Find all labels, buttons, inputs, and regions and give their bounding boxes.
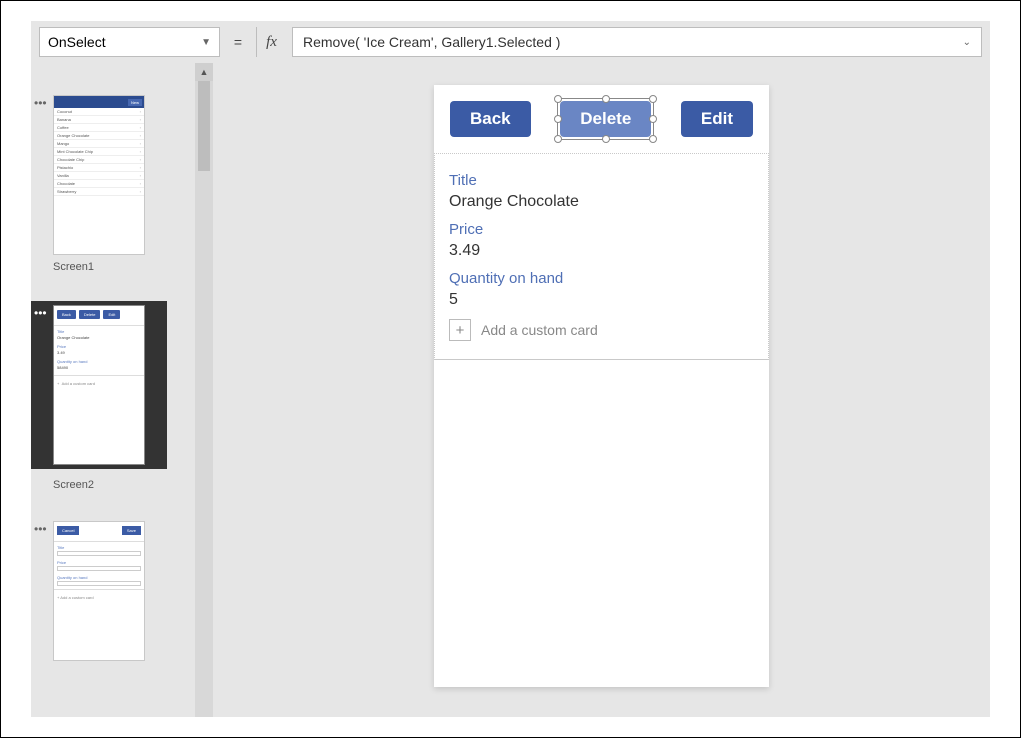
edit-button[interactable]: Edit bbox=[681, 101, 753, 137]
more-icon[interactable]: ••• bbox=[34, 307, 47, 319]
selection-outline bbox=[557, 98, 654, 140]
resize-handle[interactable] bbox=[602, 135, 610, 143]
scroll-thumb[interactable] bbox=[198, 81, 210, 171]
resize-handle[interactable] bbox=[649, 115, 657, 123]
field-qty-value: 5 bbox=[449, 291, 754, 309]
thumbnail-panel: ••• New Coconut› Banana› Coffee› Orange … bbox=[31, 63, 167, 717]
thumbnail-label: Screen2 bbox=[53, 479, 167, 491]
field-title-value: Orange Chocolate bbox=[449, 193, 754, 211]
thumbnail-label: Screen1 bbox=[53, 261, 167, 273]
thumbnail-screen2[interactable]: ••• Back Delete Edit Title Orange Chocol… bbox=[31, 301, 167, 469]
thumbnail-canvas: Cancel Save Title Price Quantity on hand… bbox=[53, 521, 145, 661]
scrollbar[interactable]: ▲ bbox=[195, 63, 213, 717]
button-bar: Back Delete Edit bbox=[434, 85, 769, 153]
chevron-down-icon[interactable]: ⌄ bbox=[963, 37, 971, 48]
thumbnail-canvas: Back Delete Edit Title Orange Chocolate … bbox=[53, 305, 145, 465]
thumbnail-screen3[interactable]: ••• Cancel Save Title Price Quantity on … bbox=[31, 521, 167, 661]
field-qty-label: Quantity on hand bbox=[449, 270, 754, 287]
back-button[interactable]: Back bbox=[450, 101, 531, 137]
resize-handle[interactable] bbox=[602, 95, 610, 103]
thumbnail-screen1[interactable]: ••• New Coconut› Banana› Coffee› Orange … bbox=[31, 95, 167, 273]
resize-handle[interactable] bbox=[649, 135, 657, 143]
property-select[interactable]: OnSelect ▼ bbox=[39, 27, 220, 57]
more-icon[interactable]: ••• bbox=[34, 97, 47, 109]
formula-text: Remove( 'Ice Cream', Gallery1.Selected ) bbox=[303, 34, 560, 50]
scroll-up-icon[interactable]: ▲ bbox=[195, 63, 213, 81]
new-button: New bbox=[128, 99, 142, 106]
resize-handle[interactable] bbox=[554, 115, 562, 123]
resize-handle[interactable] bbox=[554, 95, 562, 103]
resize-handle[interactable] bbox=[649, 95, 657, 103]
property-name: OnSelect bbox=[48, 34, 106, 50]
add-custom-card[interactable]: + Add a custom card bbox=[449, 319, 754, 341]
field-price-label: Price bbox=[449, 221, 754, 238]
formula-input[interactable]: Remove( 'Ice Cream', Gallery1.Selected )… bbox=[292, 27, 982, 57]
phone-preview: Back Delete Edit bbox=[434, 85, 769, 687]
add-card-label: Add a custom card bbox=[481, 322, 598, 338]
equals-icon: = bbox=[226, 27, 250, 57]
main-area: ••• New Coconut› Banana› Coffee› Orange … bbox=[31, 63, 990, 717]
canvas-area: Back Delete Edit bbox=[213, 63, 990, 717]
fx-icon[interactable]: fx bbox=[256, 27, 286, 57]
resize-handle[interactable] bbox=[554, 135, 562, 143]
plus-icon: + bbox=[449, 319, 471, 341]
delete-button[interactable]: Delete bbox=[560, 101, 651, 137]
more-icon[interactable]: ••• bbox=[34, 523, 47, 535]
formula-bar: OnSelect ▼ = fx Remove( 'Ice Cream', Gal… bbox=[31, 21, 990, 63]
chevron-down-icon: ▼ bbox=[201, 37, 211, 48]
display-form[interactable]: Title Orange Chocolate Price 3.49 Quanti… bbox=[434, 153, 769, 360]
thumbnail-canvas: New Coconut› Banana› Coffee› Orange Choc… bbox=[53, 95, 145, 255]
field-price-value: 3.49 bbox=[449, 242, 754, 260]
spacer bbox=[167, 63, 195, 717]
field-title-label: Title bbox=[449, 172, 754, 189]
